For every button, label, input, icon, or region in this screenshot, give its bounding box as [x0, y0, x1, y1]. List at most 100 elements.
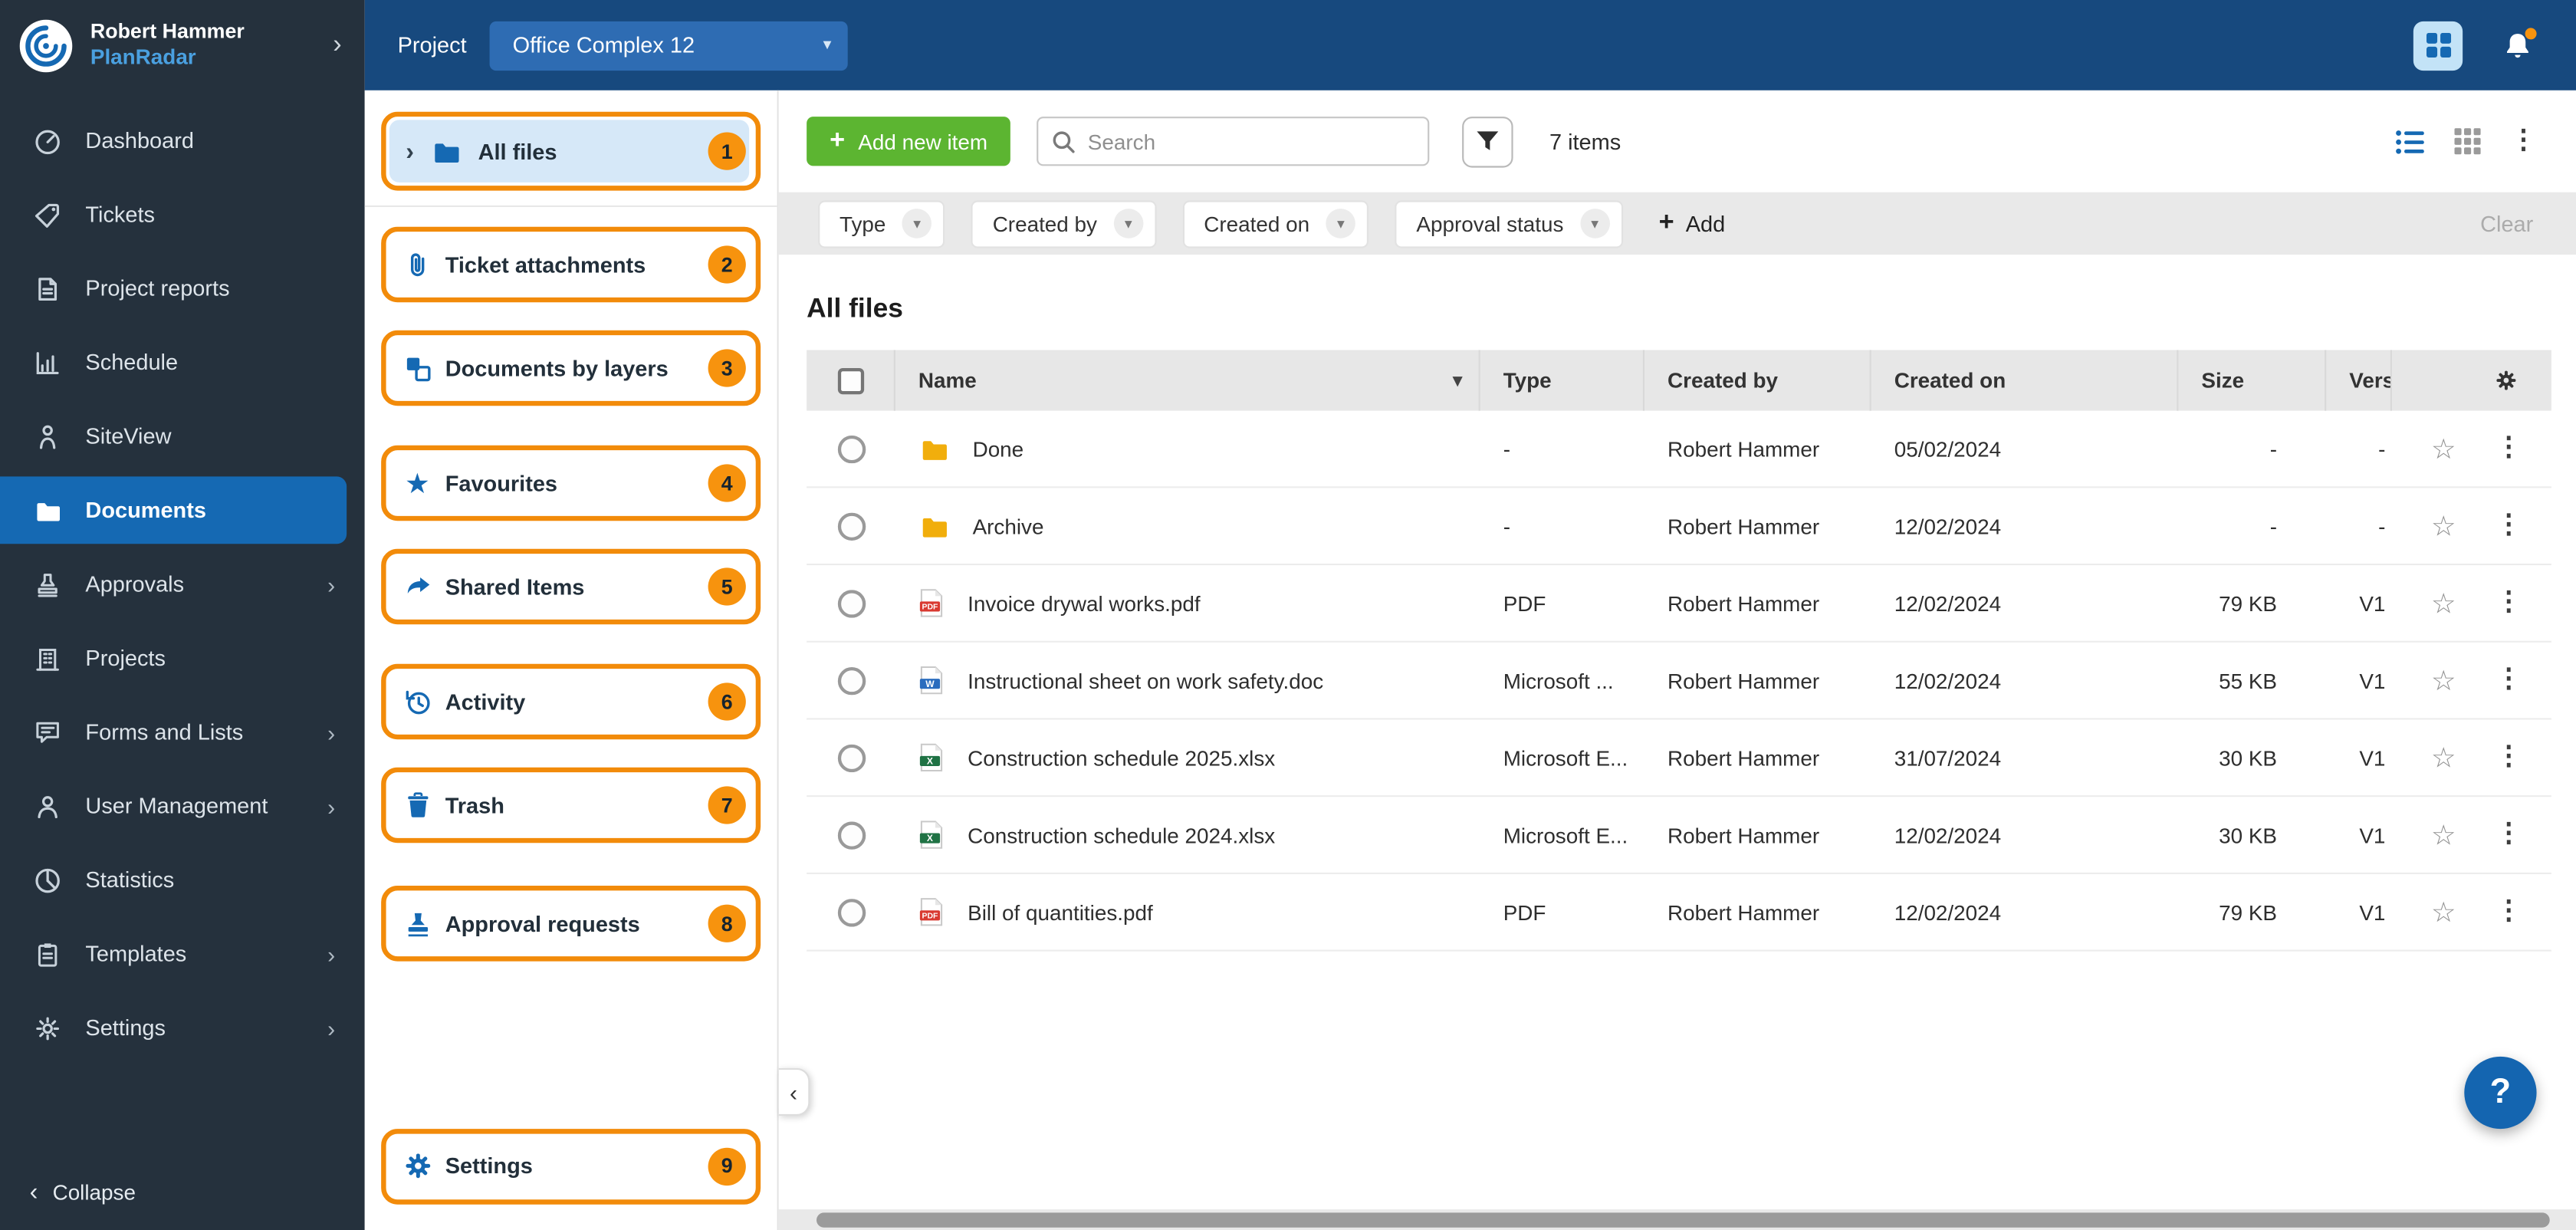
sidebar-item-approvals[interactable]: Approvals › [0, 548, 365, 621]
table-row[interactable]: PDF Invoice drywal works.pdf PDF Robert H… [807, 565, 2551, 643]
caret-down-icon: ▾ [1113, 209, 1143, 238]
sidebar-item-schedule[interactable]: Schedule [0, 325, 365, 399]
clear-filters-button[interactable]: Clear [2480, 211, 2533, 235]
apps-icon [2425, 32, 2451, 58]
file-name: Bill of quantities.pdf [968, 899, 1153, 925]
column-header-size[interactable]: Size [2178, 350, 2327, 411]
sort-icon[interactable]: ▾ [1453, 370, 1462, 391]
filter-created-on-dropdown[interactable]: Created on ▾ [1182, 199, 1369, 248]
collapse-sidebar-button[interactable]: ‹ Collapse [0, 1158, 365, 1227]
add-filter-button[interactable]: + Add [1659, 209, 1726, 238]
docs-nav-activity[interactable]: Activity 6 [381, 663, 761, 740]
row-menu-button[interactable]: ⋮ [2496, 666, 2522, 693]
favourite-star-button[interactable]: ☆ [2431, 589, 2456, 617]
add-new-item-button[interactable]: + Add new item [807, 117, 1011, 166]
row-checkbox[interactable] [836, 434, 866, 463]
sidebar-item-forms-and-lists[interactable]: Forms and Lists › [0, 695, 365, 768]
column-header-type[interactable]: Type [1480, 350, 1644, 411]
docs-nav-documents-by-layers[interactable]: Documents by layers 3 [381, 330, 761, 406]
favourite-star-button[interactable]: ☆ [2431, 821, 2456, 848]
sidebar-item-dashboard[interactable]: Dashboard [0, 104, 365, 177]
filter-button[interactable] [1462, 116, 1513, 167]
table-row[interactable]: X Construction schedule 2025.xlsx Microso… [807, 719, 2551, 798]
row-menu-button[interactable]: ⋮ [2496, 435, 2522, 462]
stamp-icon [389, 908, 445, 939]
column-settings-button[interactable] [2392, 350, 2551, 410]
all-files-row[interactable]: › All files [389, 120, 750, 183]
row-checkbox[interactable] [836, 589, 866, 617]
help-button[interactable]: ? [2464, 1055, 2537, 1129]
column-header-name[interactable]: Name ▾ [895, 350, 1480, 411]
project-selector[interactable]: Office Complex 12 ▾ [489, 20, 848, 71]
sidebar-item-siteview[interactable]: SiteView [0, 400, 365, 473]
items-count: 7 items [1549, 129, 1622, 154]
column-header-created-on[interactable]: Created on [1871, 350, 2179, 411]
file-version: V1 [2359, 745, 2386, 770]
favourite-star-button[interactable]: ☆ [2431, 435, 2456, 462]
sidebar-item-templates[interactable]: Templates › [0, 917, 365, 991]
row-menu-button[interactable]: ⋮ [2496, 589, 2522, 616]
column-header-created-by[interactable]: Created by [1644, 350, 1871, 411]
sidebar-item-statistics[interactable]: Statistics [0, 843, 365, 916]
filter-approval-status-dropdown[interactable]: Approval status ▾ [1395, 199, 1623, 248]
favourite-star-button[interactable]: ☆ [2431, 898, 2456, 926]
file-created-by: Robert Hammer [1668, 590, 1820, 616]
sidebar-item-project-reports[interactable]: Project reports [0, 252, 365, 325]
table-row[interactable]: X Construction schedule 2024.xlsx Microso… [807, 797, 2551, 874]
docs-nav-favourites[interactable]: ★ Favourites 4 [381, 445, 761, 521]
row-checkbox[interactable] [836, 743, 866, 772]
collapse-panel-handle[interactable]: ‹ [778, 1067, 810, 1116]
select-all-checkbox[interactable] [836, 367, 864, 394]
planradar-logo [18, 18, 74, 74]
table-row[interactable]: Archive - Robert Hammer 12/02/2024 - - ☆… [807, 488, 2551, 566]
pdf-icon: PDF [918, 897, 945, 927]
sidebar-item-label: Forms and Lists [85, 719, 244, 745]
filter-type-dropdown[interactable]: Type ▾ [818, 199, 945, 248]
sidebar-item-settings[interactable]: Settings › [0, 991, 365, 1064]
svg-text:X: X [927, 756, 933, 767]
table-row[interactable]: PDF Bill of quantities.pdf PDF Robert Ham… [807, 874, 2551, 952]
notifications-button[interactable] [2502, 27, 2537, 61]
folder-icon [33, 495, 63, 525]
row-menu-button[interactable]: ⋮ [2496, 821, 2522, 847]
more-options-button[interactable]: ⋮ [2510, 127, 2536, 154]
sidebar-item-label: Tickets [85, 202, 155, 227]
row-checkbox[interactable] [836, 511, 866, 540]
filter-created-by-dropdown[interactable]: Created by ▾ [971, 199, 1157, 248]
apps-button[interactable] [2413, 20, 2463, 71]
docs-nav-trash[interactable]: Trash 7 [381, 767, 761, 844]
search-input[interactable] [1087, 129, 1415, 154]
pdf-icon: PDF [918, 588, 945, 618]
docs-nav-all-files[interactable]: › All files 1 [381, 111, 761, 191]
row-menu-button[interactable]: ⋮ [2496, 744, 2522, 771]
favourite-star-button[interactable]: ☆ [2431, 666, 2456, 694]
file-type: PDF [1503, 590, 1546, 616]
sidebar-item-tickets[interactable]: Tickets [0, 177, 365, 251]
docs-nav-ticket-attachments[interactable]: Ticket attachments 2 [381, 226, 761, 303]
favourite-star-button[interactable]: ☆ [2431, 512, 2456, 540]
file-version: V1 [2359, 590, 2386, 616]
docs-nav-settings[interactable]: Settings 9 [381, 1128, 761, 1204]
table-row[interactable]: Done - Robert Hammer 05/02/2024 - - ☆ ⋮ [807, 410, 2551, 488]
row-checkbox[interactable] [836, 666, 866, 695]
favourite-star-button[interactable]: ☆ [2431, 744, 2456, 771]
file-created-on: 31/07/2024 [1894, 745, 2002, 770]
sidebar-item-user-management[interactable]: User Management › [0, 769, 365, 843]
grid-view-button[interactable] [2454, 128, 2481, 155]
row-checkbox[interactable] [836, 821, 866, 849]
sidebar-item-documents[interactable]: Documents [0, 476, 347, 544]
sidebar-item-projects[interactable]: Projects [0, 621, 365, 695]
column-header-version[interactable]: Version [2326, 350, 2392, 411]
nav-item-label: Shared Items [445, 574, 585, 600]
row-menu-button[interactable]: ⋮ [2496, 512, 2522, 539]
table-row[interactable]: W Instructional sheet on work safety.doc … [807, 642, 2551, 720]
divider [364, 205, 777, 207]
scrollbar-thumb[interactable] [816, 1212, 2550, 1227]
docs-nav-approval-requests[interactable]: Approval requests 8 [381, 886, 761, 962]
sidebar-header[interactable]: Robert Hammer PlanRadar › [0, 0, 365, 90]
list-view-button[interactable] [2395, 127, 2425, 155]
row-checkbox[interactable] [836, 898, 866, 926]
expand-chevron-icon[interactable]: › [406, 137, 414, 165]
docs-nav-shared-items[interactable]: Shared Items 5 [381, 548, 761, 625]
row-menu-button[interactable]: ⋮ [2496, 898, 2522, 925]
